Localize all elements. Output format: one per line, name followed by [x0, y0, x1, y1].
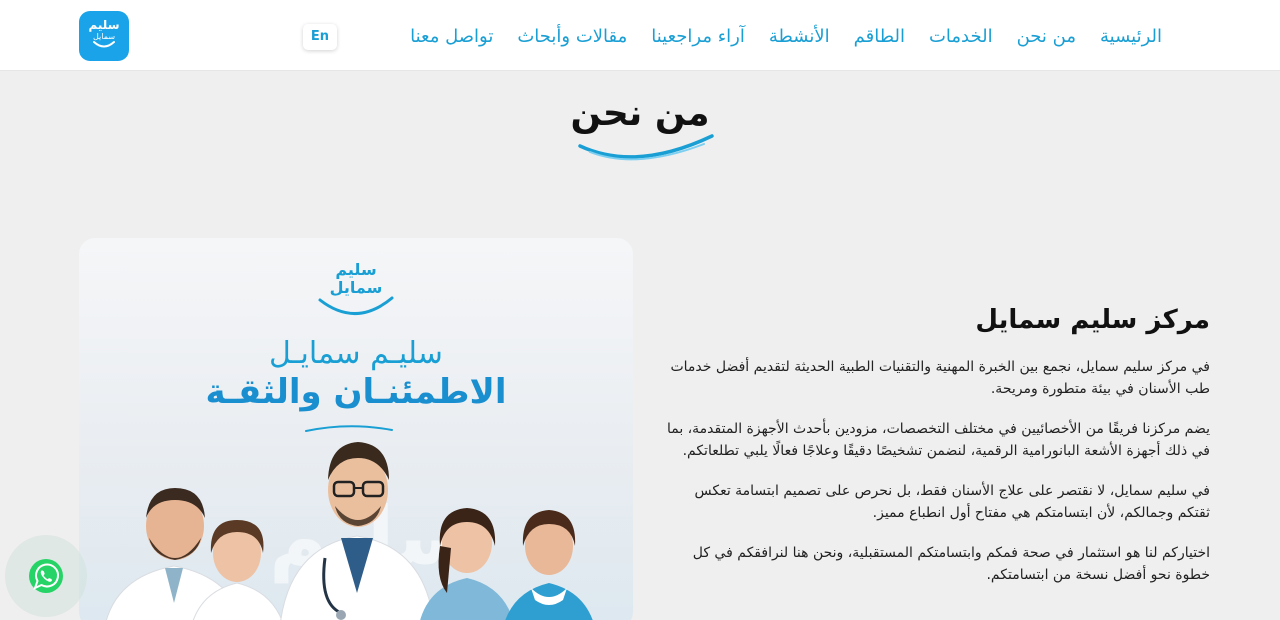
about-paragraph-2: يضم مركزنا فريقًا من الأخصائيين في مختلف…: [666, 421, 1210, 459]
doctor-figure-3: [280, 442, 434, 620]
about-paragraph-3: في سليم سمايل، لا نقتصر على علاج الأسنان…: [694, 483, 1210, 521]
doctor-figure-5: [505, 510, 593, 620]
main-nav: الرئيسية من نحن الخدمات الطاقم الأنشطة آ…: [410, 24, 1162, 50]
title-underline-swoosh: [578, 134, 714, 161]
nav-item-articles[interactable]: مقالات وأبحاث: [517, 24, 627, 50]
nav-item-services[interactable]: الخدمات: [929, 24, 993, 50]
nav-item-about[interactable]: من نحن: [1017, 24, 1076, 50]
logo-smile-icon: [93, 41, 115, 48]
nav-item-staff[interactable]: الطاقم: [854, 24, 905, 50]
about-image-card: سليم سمايل سليـم سمايـل الاطمئنـان والثق…: [79, 238, 633, 620]
doctor-figure-2: [192, 520, 283, 620]
nav-item-contact[interactable]: تواصل معنا: [410, 24, 493, 50]
card-logo-smile-icon: [318, 296, 394, 315]
about-paragraph-4: اختياركم لنا هو استثمار في صحة فمكم وابت…: [692, 545, 1210, 583]
page-title: من نحن: [570, 93, 710, 134]
doctors-team-illustration: [106, 442, 593, 620]
nav-item-activities[interactable]: الأنشطة: [769, 24, 830, 50]
language-switch-button[interactable]: En: [303, 24, 337, 50]
doctor-figure-4: [420, 508, 514, 620]
whatsapp-icon[interactable]: [27, 557, 65, 595]
nav-item-home[interactable]: الرئيسية: [1100, 24, 1162, 50]
card-headline-2: الاطمئنـان والثقـة: [205, 372, 507, 412]
card-headline-1: سليـم سمايـل: [269, 336, 443, 371]
logo-text-line1: سليم: [88, 18, 120, 32]
card-logo-line1: سليم: [335, 260, 377, 279]
about-heading: مركز سليم سمايل: [975, 305, 1210, 335]
site-logo[interactable]: سليم سمايل: [79, 11, 129, 61]
site-header: سليم سمايل En الرئيسية من نحن الخدمات ال…: [0, 0, 1280, 71]
about-content: مركز سليم سمايل في مركز سليم سمايل، نجمع…: [660, 298, 1210, 604]
about-paragraph-1: في مركز سليم سمايل، نجمع بين الخبرة المه…: [670, 359, 1210, 397]
nav-item-reviews[interactable]: آراء مراجعينا: [651, 24, 745, 50]
